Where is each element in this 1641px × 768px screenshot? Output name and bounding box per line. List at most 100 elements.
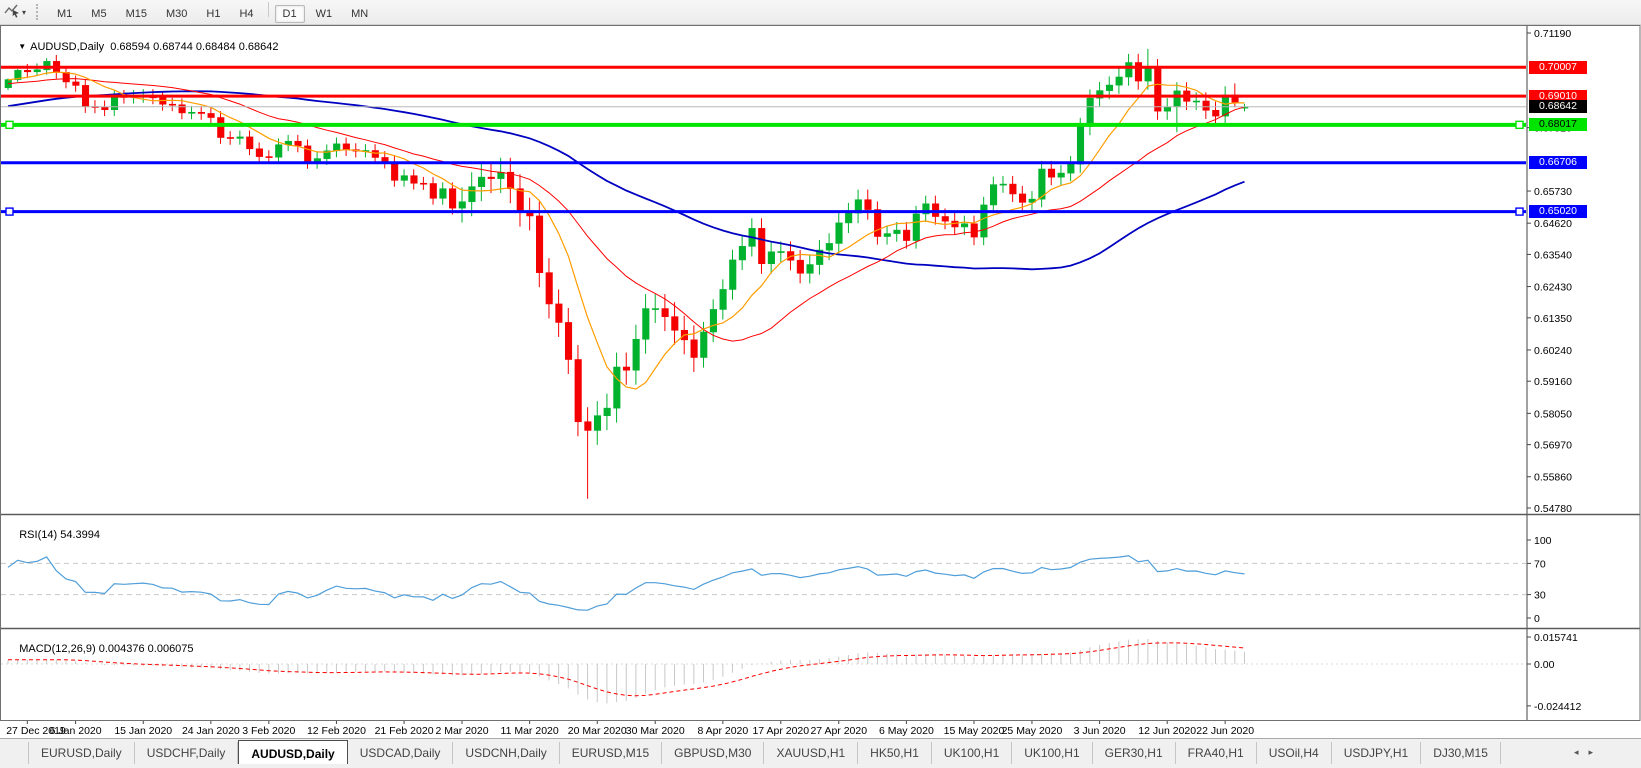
timeframe-button-m5[interactable]: M5	[83, 5, 114, 23]
candle-body	[391, 162, 398, 180]
chevron-down-icon[interactable]: ▾	[22, 8, 26, 17]
candle-body	[797, 260, 804, 273]
timeframe-button-m1[interactable]: M1	[49, 5, 80, 23]
candle-body	[633, 339, 640, 370]
chart-window[interactable]: 0.711900.679200.657300.646200.635400.624…	[0, 25, 1641, 738]
candle-body	[623, 367, 630, 370]
timeframe-button-mn[interactable]: MN	[343, 5, 376, 23]
macd-values: 0.004376 0.006075	[99, 643, 194, 655]
line-handle[interactable]	[1516, 121, 1523, 128]
chart-tab-fra40-h1[interactable]: FRA40,H1	[1176, 742, 1257, 764]
chart-tab-audusd-daily[interactable]: AUDUSD,Daily	[238, 740, 347, 764]
timeframe-button-h4[interactable]: H4	[231, 5, 261, 23]
candle-body	[1155, 68, 1162, 111]
timeframe-button-w1[interactable]: W1	[308, 5, 341, 23]
candle-body	[1213, 110, 1220, 116]
candle-body	[536, 216, 543, 273]
line-handle[interactable]	[1516, 208, 1523, 215]
collapse-triangle-icon[interactable]: ▼	[18, 42, 26, 51]
price-badge-068017: 0.68017	[1529, 118, 1587, 131]
rsi-name: RSI(14)	[19, 529, 57, 541]
time-axis-label: 11 Mar 2020	[501, 725, 559, 737]
candle-body	[440, 189, 447, 199]
rsi-indicator-label: RSI(14) 54.3994	[7, 517, 100, 553]
candle-body	[865, 200, 872, 210]
chart-tab-usdchf-daily[interactable]: USDCHF,Daily	[135, 742, 239, 764]
candle-body	[469, 187, 476, 202]
candle-body	[208, 113, 215, 117]
price-axis-tick-label: 0.64620	[1534, 218, 1572, 230]
chart-tab-eurusd-daily[interactable]: EURUSD,Daily	[28, 742, 135, 764]
candle-body	[401, 176, 408, 181]
chart-tab-gbpusd-m30[interactable]: GBPUSD,M30	[662, 742, 764, 764]
timeframe-button-m30[interactable]: M30	[158, 5, 195, 23]
tab-scroll-left-icon[interactable]: ◂	[1574, 747, 1589, 757]
toolbar-separator	[268, 2, 269, 17]
candle-body	[594, 416, 601, 431]
candle-body	[981, 205, 988, 237]
time-axis-label: 8 Apr 2020	[697, 725, 748, 737]
candle-body	[1019, 194, 1026, 202]
candle-body	[961, 224, 968, 227]
candle-body	[1203, 101, 1210, 110]
price-chart-canvas[interactable]: 0.711900.679200.657300.646200.635400.624…	[0, 25, 1641, 738]
candle-body	[1077, 126, 1084, 164]
candle-body	[701, 332, 708, 357]
price-badge-066706: 0.66706	[1529, 156, 1587, 169]
tab-scroll-right-icon[interactable]: ▸	[1588, 747, 1603, 757]
price-badge-070007: 0.70007	[1529, 61, 1587, 74]
candle-body	[517, 189, 524, 212]
line-handle[interactable]	[6, 121, 13, 128]
chart-tab-uk100-h1[interactable]: UK100,H1	[932, 742, 1012, 764]
chart-tab-xauusd-h1[interactable]: XAUUSD,H1	[764, 742, 858, 764]
timeframe-button-m15[interactable]: M15	[118, 5, 155, 23]
chart-tab-eurusd-m15[interactable]: EURUSD,M15	[560, 742, 662, 764]
line-handle[interactable]	[6, 208, 13, 215]
candle-body	[845, 213, 852, 223]
chart-tab-uk100-h1[interactable]: UK100,H1	[1012, 742, 1092, 764]
cursor-tool-group[interactable]: ▾	[0, 2, 30, 23]
candle-body	[884, 234, 891, 237]
candle-body	[189, 112, 196, 113]
time-axis-label: 2 Mar 2020	[435, 725, 488, 737]
timeframe-button-h1[interactable]: H1	[198, 5, 228, 23]
candle-body	[266, 157, 273, 158]
candle-body	[614, 367, 621, 408]
rsi-axis-label: 0	[1534, 613, 1540, 625]
chart-cursor-icon[interactable]	[4, 2, 20, 23]
candle-body	[778, 252, 785, 253]
chart-tab-hk50-h1[interactable]: HK50,H1	[858, 742, 932, 764]
candle-body	[488, 177, 495, 178]
price-axis-tick-label: 0.62430	[1534, 282, 1572, 294]
candle-body	[807, 265, 814, 274]
chart-border	[1, 26, 1641, 721]
candle-body	[1106, 85, 1113, 90]
candle-body	[1010, 184, 1017, 194]
candle-body	[218, 118, 225, 138]
chart-tabs: EURUSD,DailyUSDCHF,DailyAUDUSD,DailyUSDC…	[28, 740, 1501, 764]
ma-mid-line	[8, 79, 1245, 342]
chart-tab-dj30-m15[interactable]: DJ30,M15	[1421, 742, 1501, 764]
price-axis-tick-label: 0.60240	[1534, 345, 1572, 357]
chart-tab-usdjpy-h1[interactable]: USDJPY,H1	[1332, 742, 1421, 764]
chart-title: ▼AUDUSD,Daily 0.68594 0.68744 0.68484 0.…	[6, 29, 278, 65]
rsi-axis-label: 100	[1534, 535, 1552, 547]
candle-body	[874, 210, 881, 237]
candle-body	[372, 151, 379, 158]
candle-body	[720, 289, 727, 309]
chart-tab-usdcnh-daily[interactable]: USDCNH,Daily	[453, 742, 559, 764]
chart-tab-usoil-h4[interactable]: USOil,H4	[1257, 742, 1332, 764]
candle-body	[247, 137, 254, 149]
candle-body	[430, 184, 437, 199]
toolbar: ▾ M1M5M15M30H1H4 D1W1MN	[0, 0, 1641, 25]
candle-body	[942, 217, 949, 222]
chart-tab-bar: EURUSD,DailyUSDCHF,DailyAUDUSD,DailyUSDC…	[0, 738, 1641, 768]
chart-tab-usdcad-daily[interactable]: USDCAD,Daily	[348, 742, 454, 764]
price-axis-tick-label: 0.65730	[1534, 186, 1572, 198]
macd-name: MACD(12,26,9)	[19, 643, 95, 655]
macd-axis-label: 0.00	[1534, 659, 1555, 671]
timeframe-button-d1[interactable]: D1	[275, 5, 305, 23]
price-axis-tick-label: 0.55860	[1534, 472, 1572, 484]
chart-tab-ger30-h1[interactable]: GER30,H1	[1093, 742, 1176, 764]
rsi-axis-label: 70	[1534, 558, 1546, 570]
